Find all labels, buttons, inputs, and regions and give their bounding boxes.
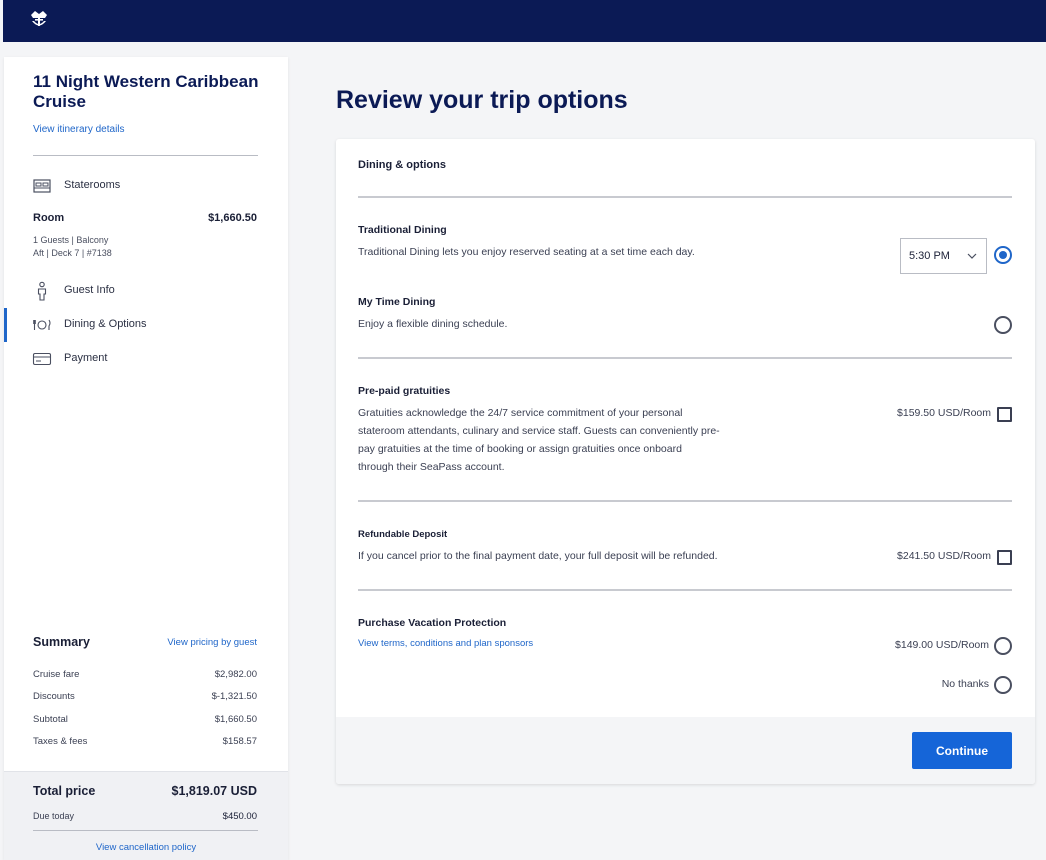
refundable-deposit-title: Refundable Deposit bbox=[358, 529, 448, 540]
my-time-dining-desc: Enjoy a flexible dining schedule. bbox=[358, 318, 508, 330]
trip-title: 11 Night Western Caribbean Cruise bbox=[33, 72, 259, 111]
active-indicator bbox=[4, 308, 7, 342]
gratuities-desc-line: through their SeaPass account. bbox=[358, 461, 505, 473]
crown-anchor-logo-icon[interactable] bbox=[27, 8, 51, 30]
summary-title: Summary bbox=[33, 635, 90, 649]
summary-row-value: $-1,321.50 bbox=[211, 691, 257, 702]
my-time-dining-radio[interactable] bbox=[994, 316, 1012, 334]
top-header-bar bbox=[3, 0, 1046, 42]
summary-row-value: $2,982.00 bbox=[214, 669, 257, 680]
section-divider bbox=[358, 196, 1012, 198]
dining-icon bbox=[33, 319, 51, 330]
person-icon bbox=[37, 281, 47, 301]
vacation-protection-price: $149.00 USD/Room bbox=[895, 639, 989, 651]
summary-row-label: Subtotal bbox=[33, 714, 68, 725]
sidebar-item-payment[interactable]: Payment bbox=[4, 347, 288, 371]
summary-row-label: Taxes & fees bbox=[33, 736, 88, 747]
gratuities-desc-line: pay gratuities at the time of booking or… bbox=[358, 443, 682, 455]
credit-card-icon bbox=[32, 352, 52, 366]
sidebar-divider bbox=[33, 155, 258, 156]
gratuities-title: Pre-paid gratuities bbox=[358, 385, 451, 397]
page-title: Review your trip options bbox=[336, 86, 628, 114]
dining-time-select[interactable]: 5:30 PM bbox=[900, 238, 987, 274]
chevron-down-icon bbox=[967, 253, 977, 259]
bed-icon bbox=[33, 179, 51, 193]
summary-row-discounts: Discounts $-1,321.50 bbox=[33, 691, 257, 702]
refundable-deposit-desc: If you cancel prior to the final payment… bbox=[358, 550, 718, 562]
gratuities-checkbox[interactable] bbox=[997, 407, 1012, 422]
total-divider bbox=[33, 830, 258, 831]
section-divider bbox=[358, 589, 1012, 591]
no-thanks-radio[interactable] bbox=[994, 676, 1012, 694]
sidebar-item-label: Staterooms bbox=[64, 179, 121, 191]
summary-row-cruise-fare: Cruise fare $2,982.00 bbox=[33, 669, 257, 680]
traditional-dining-radio[interactable] bbox=[994, 246, 1012, 264]
vacation-protection-radio[interactable] bbox=[994, 637, 1012, 655]
section-divider bbox=[358, 500, 1012, 502]
summary-row-value: $158.57 bbox=[222, 736, 257, 747]
due-today-label: Due today bbox=[33, 811, 75, 821]
traditional-dining-title: Traditional Dining bbox=[358, 224, 447, 236]
dining-time-value: 5:30 PM bbox=[909, 250, 950, 262]
sidebar-item-staterooms[interactable]: Staterooms bbox=[4, 174, 288, 198]
my-time-dining-title: My Time Dining bbox=[358, 296, 436, 308]
gratuities-price: $159.50 USD/Room bbox=[897, 407, 991, 419]
refundable-deposit-price: $241.50 USD/Room bbox=[897, 550, 991, 562]
summary-row-label: Cruise fare bbox=[33, 669, 80, 680]
gratuities-desc-line: Gratuities acknowledge the 24/7 service … bbox=[358, 407, 683, 419]
summary-row-subtotal: Subtotal $1,660.50 bbox=[33, 714, 257, 725]
view-pricing-by-guest-link[interactable]: View pricing by guest bbox=[167, 637, 257, 648]
view-cancellation-policy-link[interactable]: View cancellation policy bbox=[4, 842, 288, 853]
view-itinerary-link[interactable]: View itinerary details bbox=[33, 124, 125, 135]
summary-row-taxes-fees: Taxes & fees $158.57 bbox=[33, 736, 257, 747]
sidebar-item-guest-info[interactable]: Guest Info bbox=[4, 279, 288, 303]
total-price-value: $1,819.07 USD bbox=[171, 784, 257, 798]
summary-row-label: Discounts bbox=[33, 691, 75, 702]
sidebar-item-label: Dining & Options bbox=[64, 318, 147, 330]
gratuities-desc-line: stateroom attendants, culinary and servi… bbox=[358, 425, 720, 437]
section-title: Dining & options bbox=[358, 159, 446, 171]
room-location: Aft | Deck 7 | #7138 bbox=[33, 248, 112, 258]
room-price: $1,660.50 bbox=[208, 212, 257, 224]
sidebar-item-dining-options[interactable]: Dining & Options bbox=[4, 308, 288, 342]
total-price-label: Total price bbox=[33, 784, 96, 798]
trip-summary-sidebar: 11 Night Western Caribbean Cruise View i… bbox=[4, 57, 288, 860]
view-terms-link[interactable]: View terms, conditions and plan sponsors bbox=[358, 638, 533, 649]
dining-options-card: Dining & options Traditional Dining Trad… bbox=[336, 139, 1035, 784]
sidebar-item-label: Payment bbox=[64, 352, 108, 364]
total-price-box: Total price $1,819.07 USD Due today $450… bbox=[4, 771, 288, 860]
summary-row-value: $1,660.50 bbox=[214, 714, 257, 725]
refundable-deposit-checkbox[interactable] bbox=[997, 550, 1012, 565]
sidebar-item-label: Guest Info bbox=[64, 284, 115, 296]
gratuities-desc: Gratuities acknowledge the 24/7 service … bbox=[358, 404, 778, 476]
room-label: Room bbox=[33, 212, 65, 224]
section-divider bbox=[358, 357, 1012, 359]
due-today-value: $450.00 bbox=[222, 811, 257, 822]
continue-button[interactable]: Continue bbox=[912, 732, 1012, 769]
vacation-protection-title: Purchase Vacation Protection bbox=[358, 617, 507, 629]
no-thanks-label: No thanks bbox=[941, 678, 989, 690]
room-guests-type: 1 Guests | Balcony bbox=[33, 235, 109, 245]
traditional-dining-desc: Traditional Dining lets you enjoy reserv… bbox=[358, 246, 695, 258]
